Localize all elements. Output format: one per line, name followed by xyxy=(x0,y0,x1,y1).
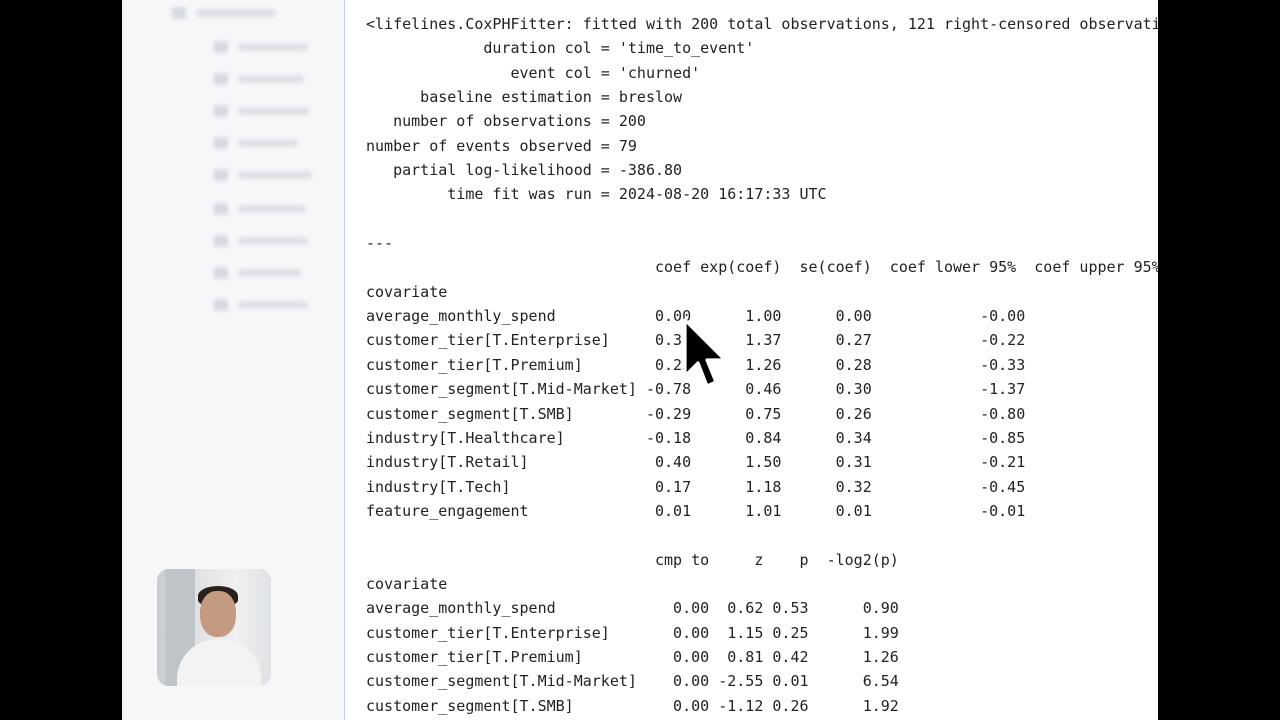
sidebar-item[interactable] xyxy=(214,136,298,150)
sidebar-item[interactable] xyxy=(214,168,312,182)
summary-header-line: duration col = 'time_to_event' xyxy=(366,39,755,58)
file-icon xyxy=(214,203,228,215)
coef-table-row: industry[T.Retail] 0.40 1.50 0.31 -0.21 xyxy=(366,453,1026,472)
coef-table-row: customer_segment[T.SMB] -0.29 0.75 0.26 … xyxy=(366,404,1026,423)
summary-header-line: number of observations = 200 xyxy=(366,112,646,131)
file-icon xyxy=(214,267,228,279)
summary-header-line: baseline estimation = breslow xyxy=(366,88,683,107)
summary-header-line: event col = 'churned' xyxy=(366,63,701,82)
sidebar-item[interactable] xyxy=(214,104,310,118)
file-icon xyxy=(214,41,228,53)
summary-header-line: <lifelines.CoxPHFitter: fitted with 200 … xyxy=(366,15,1158,33)
notebook-window: <lifelines.CoxPHFitter: fitted with 200 … xyxy=(122,0,1158,720)
file-icon xyxy=(214,73,228,85)
cell-output: <lifelines.CoxPHFitter: fitted with 200 … xyxy=(344,0,1158,720)
stats-table-row: average_monthly_spend 0.00 0.62 0.53 0.9… xyxy=(366,599,899,618)
summary-header-line: number of events observed = 79 xyxy=(366,136,637,155)
sidebar-item[interactable] xyxy=(214,234,308,248)
folder-icon xyxy=(172,7,186,19)
file-icon xyxy=(214,235,228,247)
summary-header-line: time fit was run = 2024-08-20 16:17:33 U… xyxy=(366,185,827,204)
sidebar-item[interactable] xyxy=(214,202,306,216)
file-icon xyxy=(214,105,228,117)
sidebar-item[interactable] xyxy=(214,298,308,312)
coef-table-row: feature_engagement 0.01 1.01 0.01 -0.01 xyxy=(366,501,1026,520)
stats-table-row: customer_segment[T.SMB] 0.00 -1.12 0.26 … xyxy=(366,696,899,715)
stats-table-row: customer_tier[T.Enterprise] 0.00 1.15 0.… xyxy=(366,623,899,642)
presenter-webcam xyxy=(157,569,271,686)
sidebar-item[interactable] xyxy=(214,266,302,280)
sidebar-item[interactable] xyxy=(172,6,276,20)
stats-table-row: customer_tier[T.Premium] 0.00 0.81 0.42 … xyxy=(366,647,899,666)
sidebar-item[interactable] xyxy=(214,72,304,86)
file-icon xyxy=(214,169,228,181)
coef-table-header: coef exp(coef) se(coef) coef lower 95% c… xyxy=(366,258,1158,277)
mouse-pointer-icon xyxy=(683,318,727,388)
cox-model-summary: <lifelines.CoxPHFitter: fitted with 200 … xyxy=(366,12,1158,718)
stats-table-index-label: covariate xyxy=(366,574,448,593)
coef-table-row: industry[T.Tech] 0.17 1.18 0.32 -0.45 xyxy=(366,477,1026,496)
stats-table-row: customer_segment[T.Mid-Market] 0.00 -2.5… xyxy=(366,672,899,691)
coef-table-row: industry[T.Healthcare] -0.18 0.84 0.34 -… xyxy=(366,428,1026,447)
sidebar-item[interactable] xyxy=(214,40,308,54)
stats-table-header: cmp to z p -log2(p) xyxy=(366,550,899,569)
file-icon xyxy=(214,137,228,149)
summary-header-line: partial log-likelihood = -386.80 xyxy=(366,161,683,180)
section-separator: --- xyxy=(366,234,394,253)
coef-table-index-label: covariate xyxy=(366,282,448,301)
file-icon xyxy=(214,299,228,311)
